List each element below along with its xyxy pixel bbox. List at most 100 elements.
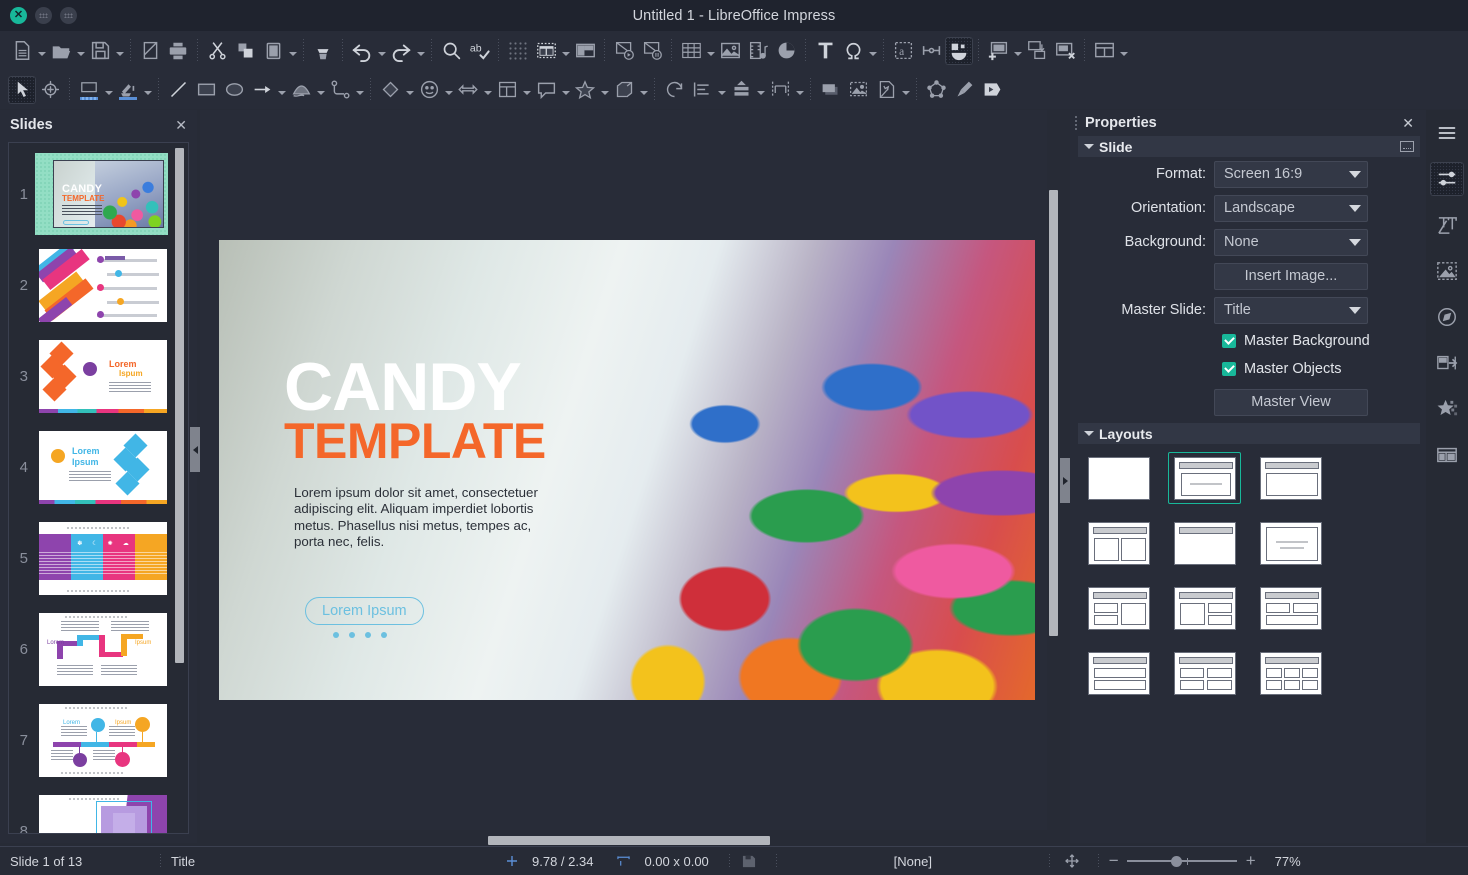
layout-option[interactable] (1254, 647, 1327, 699)
master-view-button[interactable]: Master View (1214, 388, 1368, 416)
paste-button[interactable] (259, 37, 287, 65)
slide-thumbnail-item[interactable]: 6 Lorem Ipsum (9, 604, 177, 695)
deck-animation-button[interactable] (1426, 386, 1468, 432)
clone-formatting-button[interactable] (309, 37, 337, 65)
slide-thumbnail-item[interactable]: 1 CANDY TEMPLATE (9, 148, 177, 240)
close-window-button[interactable]: ✕ (10, 7, 27, 24)
crop-image-button[interactable] (844, 76, 872, 104)
layout-option[interactable] (1082, 452, 1155, 504)
connectors-caret[interactable] (354, 76, 365, 104)
layout-option[interactable] (1168, 517, 1241, 569)
shadow-button[interactable] (816, 76, 844, 104)
line-color-caret[interactable] (103, 76, 114, 104)
more-options-icon[interactable] (1400, 141, 1414, 152)
symbol-shapes-caret[interactable] (443, 76, 454, 104)
slides-list[interactable]: 1 CANDY TEMPLATE 2 3 Lorem Ispum 4 Lorem… (8, 142, 189, 834)
layout-option[interactable] (1082, 517, 1155, 569)
master-background-checkbox[interactable] (1222, 334, 1236, 348)
callout-shapes-button[interactable] (532, 76, 560, 104)
insert-special-character-button[interactable] (839, 37, 867, 65)
sidebar-settings-button[interactable] (1426, 110, 1468, 156)
layout-option[interactable] (1082, 582, 1155, 634)
slide-thumbnail-item[interactable]: 8 (9, 786, 177, 833)
slides-panel-close-icon[interactable]: ✕ (171, 117, 191, 134)
insert-line-button[interactable] (164, 76, 192, 104)
slide-thumbnail-item[interactable]: 7 Lorem Ipsum (9, 695, 177, 786)
zoom-slider[interactable] (1126, 854, 1237, 868)
start-from-current-slide-button[interactable] (638, 37, 666, 65)
master-objects-checkbox-row[interactable]: Master Objects (1070, 355, 1426, 383)
insert-image-button[interactable] (716, 37, 744, 65)
points-button[interactable] (922, 76, 950, 104)
rectangle-button[interactable] (192, 76, 220, 104)
stars-and-banners-button[interactable] (571, 76, 599, 104)
deck-styles-button[interactable] (1426, 202, 1468, 248)
insert-text-box-button[interactable] (811, 37, 839, 65)
insert-chart-button[interactable] (772, 37, 800, 65)
select-tool-button[interactable] (8, 75, 36, 104)
lines-and-arrows-caret[interactable] (276, 76, 287, 104)
deck-navigator-button[interactable] (1426, 294, 1468, 340)
vertical-scrollbar-thumb[interactable] (1049, 190, 1058, 636)
master-slide-button[interactable] (571, 37, 599, 65)
new-document-caret[interactable] (36, 37, 47, 65)
slide-thumbnail-item[interactable]: 2 (9, 240, 177, 331)
fill-color-caret[interactable] (142, 76, 153, 104)
open-document-button[interactable] (47, 37, 75, 65)
special-character-caret[interactable] (867, 37, 878, 65)
new-slide-button[interactable] (984, 37, 1012, 65)
new-slide-caret[interactable] (1012, 37, 1023, 65)
align-caret[interactable] (716, 76, 727, 104)
delete-slide-button[interactable] (1051, 37, 1079, 65)
layout-option[interactable] (1168, 647, 1241, 699)
connectors-button[interactable] (326, 76, 354, 104)
glue-points-button[interactable] (950, 76, 978, 104)
ellipse-button[interactable] (220, 76, 248, 104)
curves-caret[interactable] (315, 76, 326, 104)
spelling-button[interactable]: ab (465, 37, 493, 65)
arrange-button[interactable] (727, 76, 755, 104)
panel-grip-icon[interactable] (1074, 114, 1078, 132)
slide-thumbnail-item[interactable]: 3 Lorem Ispum (9, 331, 177, 422)
document-modified-indicator[interactable] (730, 853, 766, 870)
start-from-first-slide-button[interactable] (610, 37, 638, 65)
insert-hyperlink-button[interactable]: a (889, 37, 917, 65)
deck-master-slides-button[interactable] (1426, 432, 1468, 478)
deck-properties-button[interactable] (1426, 156, 1468, 202)
minimize-window-button[interactable] (35, 7, 52, 24)
export-as-pdf-button[interactable] (136, 37, 164, 65)
slide-canvas[interactable]: CANDY TEMPLATE Lorem ipsum dolor sit ame… (219, 240, 1035, 700)
slide-layout-caret[interactable] (1118, 37, 1129, 65)
paste-caret[interactable] (287, 37, 298, 65)
maximize-window-button[interactable] (60, 7, 77, 24)
undo-button[interactable] (348, 37, 376, 65)
display-views-caret[interactable] (560, 37, 571, 65)
flowchart-shapes-button[interactable] (493, 76, 521, 104)
save-document-caret[interactable] (114, 37, 125, 65)
layout-option[interactable] (1254, 452, 1327, 504)
layouts-section-header[interactable]: Layouts (1078, 423, 1420, 444)
callout-caret[interactable] (560, 76, 571, 104)
3d-objects-button[interactable] (610, 76, 638, 104)
basic-shapes-button[interactable] (376, 76, 404, 104)
block-arrows-button[interactable] (454, 76, 482, 104)
background-dropdown[interactable]: None (1214, 228, 1368, 256)
master-slide-dropdown[interactable]: Title (1214, 296, 1368, 324)
cut-button[interactable] (203, 37, 231, 65)
format-dropdown[interactable]: Screen 16:9 (1214, 160, 1368, 188)
redo-caret[interactable] (415, 37, 426, 65)
deck-slide-transition-button[interactable] (1426, 340, 1468, 386)
to-curve-button[interactable] (978, 76, 1006, 104)
orientation-dropdown[interactable]: Landscape (1214, 194, 1368, 222)
distribute-caret[interactable] (794, 76, 805, 104)
save-document-button[interactable] (86, 37, 114, 65)
zoom-slider-knob[interactable] (1170, 855, 1182, 867)
print-button[interactable] (164, 37, 192, 65)
layout-option[interactable] (1254, 582, 1327, 634)
insert-audio-video-button[interactable] (744, 37, 772, 65)
zoom-level[interactable]: 77% (1265, 853, 1311, 870)
fill-color-button[interactable] (114, 76, 142, 104)
filter-button[interactable] (872, 76, 900, 104)
slide-cta-button[interactable]: Lorem Ipsum (305, 597, 424, 625)
layout-option[interactable] (1168, 582, 1241, 634)
